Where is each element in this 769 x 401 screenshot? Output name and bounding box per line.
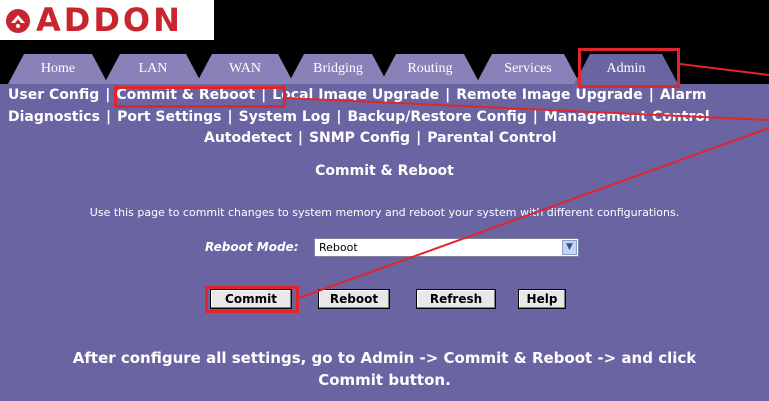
tab-label: Home (40, 61, 76, 76)
tab-label: WAN (229, 61, 261, 76)
tab-home[interactable]: Home (8, 54, 108, 84)
reboot-mode-select[interactable]: Reboot ▼ (314, 238, 579, 257)
chevron-down-icon[interactable]: ▼ (562, 240, 577, 255)
tab-bridging[interactable]: Bridging (288, 54, 388, 84)
instruction-line-1: After configure all settings, go to Admi… (72, 349, 697, 367)
tab-wan[interactable]: WAN (196, 54, 294, 84)
subnav-backup-restore-config[interactable]: Backup/Restore Config (348, 109, 527, 125)
help-button[interactable]: Help (518, 289, 566, 309)
subnav-port-settings[interactable]: Port Settings (117, 109, 221, 125)
separator: | (648, 87, 654, 103)
reboot-button[interactable]: Reboot (318, 289, 390, 309)
tab-label: LAN (138, 61, 168, 76)
page-description: Use this page to commit changes to syste… (89, 206, 680, 219)
subnav-alarm[interactable]: Alarm (660, 87, 707, 103)
logo-text: ADDON (36, 1, 183, 39)
tab-services[interactable]: Services (476, 54, 580, 84)
subnav-system-log[interactable]: System Log (239, 109, 331, 125)
separator: | (227, 109, 233, 125)
subnav-management-control[interactable]: Management Control (544, 109, 710, 125)
subnav-user-config[interactable]: User Config (8, 87, 99, 103)
separator: | (532, 109, 538, 125)
instruction-line-2: Commit button. (318, 371, 451, 389)
subnav-row-2: Diagnostics | Port Settings | System Log | Bac… (8, 109, 710, 125)
reboot-mode-value: Reboot (319, 241, 358, 254)
tab-admin[interactable]: Admin (574, 54, 678, 84)
separator: | (445, 87, 451, 103)
subnav-autodetect[interactable]: Autodetect (204, 130, 292, 146)
subnav-commit-reboot[interactable]: Commit & Reboot (116, 87, 255, 103)
main-tab-bar: Home LAN WAN Bridging Routing Services A… (0, 54, 769, 84)
separator: | (297, 130, 303, 146)
addon-logo-icon (6, 9, 30, 33)
tab-label: Services (504, 61, 552, 76)
tab-label: Admin (606, 61, 646, 76)
subnav-snmp-config[interactable]: SNMP Config (309, 130, 410, 146)
subnav-parental-control[interactable]: Parental Control (427, 130, 556, 146)
instruction-note: After configure all settings, go to Admi… (0, 347, 769, 391)
subnav-remote-image-upgrade[interactable]: Remote Image Upgrade (456, 87, 642, 103)
subnav-row-1: User Config | Commit & Reboot | Local Image … (8, 87, 706, 103)
subnav-diagnostics[interactable]: Diagnostics (8, 109, 100, 125)
page-title: Commit & Reboot (315, 163, 454, 179)
reboot-mode-label: Reboot Mode: (205, 240, 299, 254)
separator: | (336, 109, 342, 125)
separator: | (105, 87, 111, 103)
separator: | (261, 87, 267, 103)
router-admin-page: ADDON Home LAN WAN Bridging Routing Serv… (0, 0, 769, 401)
logo-area: ADDON (0, 0, 214, 40)
subnav-local-image-upgrade[interactable]: Local Image Upgrade (272, 87, 439, 103)
separator: | (105, 109, 112, 125)
tab-lan[interactable]: LAN (104, 54, 202, 84)
subnav-row-3: Autodetect | SNMP Config | Parental Control (204, 130, 557, 146)
tab-label: Routing (407, 61, 453, 76)
refresh-button[interactable]: Refresh (416, 289, 496, 309)
separator: | (416, 130, 422, 146)
tab-label: Bridging (313, 61, 363, 76)
commit-button[interactable]: Commit (210, 289, 292, 309)
tab-routing[interactable]: Routing (380, 54, 480, 84)
